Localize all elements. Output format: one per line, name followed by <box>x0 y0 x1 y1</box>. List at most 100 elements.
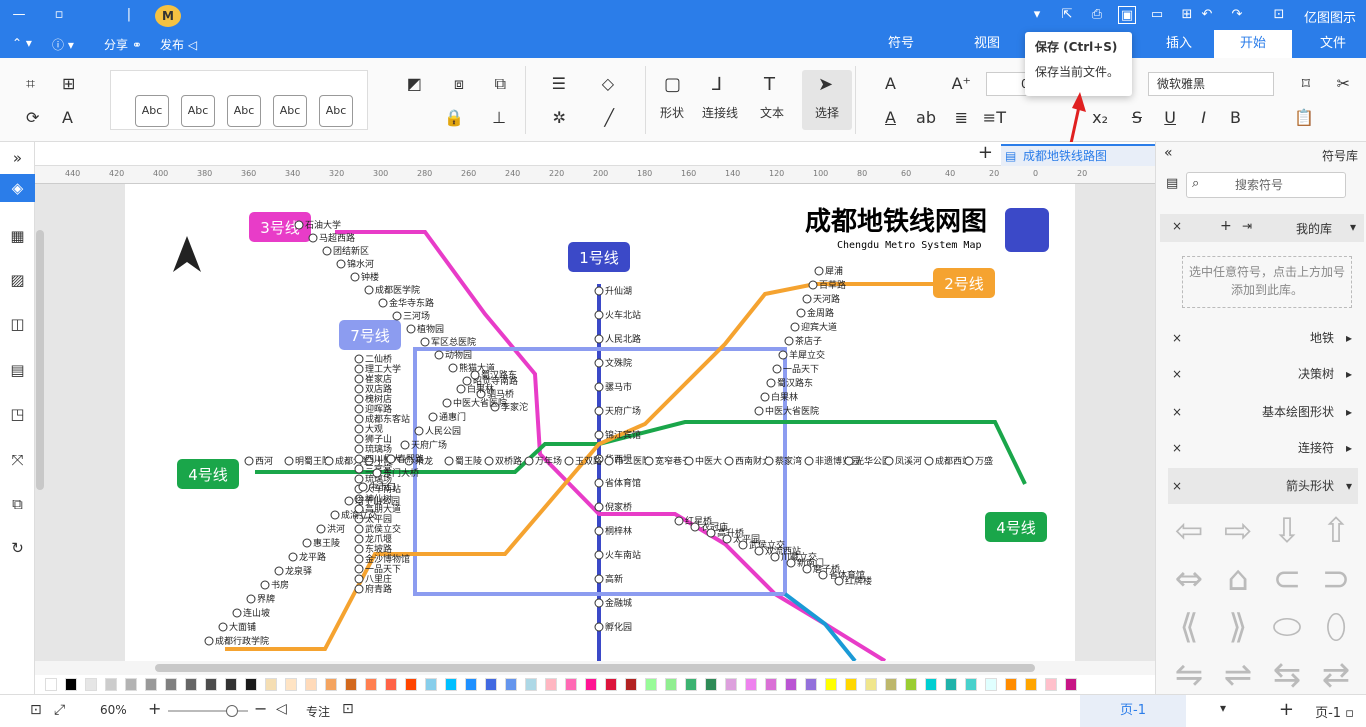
grid-icon[interactable]: ▦ <box>0 222 35 250</box>
color-swatch[interactable] <box>905 678 917 691</box>
color-swatch[interactable] <box>465 678 477 691</box>
color-swatch[interactable] <box>605 678 617 691</box>
arrow-shape-icon[interactable]: ⌂ <box>1215 556 1261 602</box>
color-swatch[interactable] <box>285 678 297 691</box>
vertical-scrollbar-thumb[interactable] <box>36 230 44 490</box>
menu-file[interactable]: 文件 <box>1310 30 1356 58</box>
arrow-shape-icon[interactable]: ⇦ <box>1166 508 1212 554</box>
navigator-icon[interactable]: ⤧ <box>0 446 35 474</box>
library-row-arrows[interactable]: 箭头形状 × ▾ <box>1168 468 1358 504</box>
menu-view[interactable]: 视图 <box>964 30 1010 58</box>
undo-icon[interactable]: ↶ <box>1198 6 1216 24</box>
arrow-shape-icon[interactable]: ⇄ <box>1313 652 1359 698</box>
focus-mode[interactable]: 专注 <box>306 703 330 720</box>
fullscreen-icon[interactable]: ⤢ <box>54 702 65 718</box>
color-swatch[interactable] <box>985 678 997 691</box>
increase-font-icon[interactable]: A⁺ <box>952 74 971 93</box>
help-icon[interactable]: ⓘ ▾ <box>52 36 74 53</box>
color-swatch[interactable] <box>765 678 777 691</box>
color-swatch[interactable] <box>125 678 137 691</box>
style-sample-1[interactable]: Abc <box>319 95 353 127</box>
arrow-shape-icon[interactable]: ⟫ <box>1215 604 1261 650</box>
menu-insert[interactable]: 插入 <box>1156 30 1202 58</box>
play-icon[interactable]: ◁ <box>276 701 287 717</box>
close-library-icon[interactable]: × <box>1172 468 1182 504</box>
color-swatch[interactable] <box>865 678 877 691</box>
color-swatch[interactable] <box>565 678 577 691</box>
group-icon[interactable]: ⧈ <box>454 74 464 94</box>
color-swatch[interactable] <box>325 678 337 691</box>
add-page-icon[interactable]: + <box>1279 699 1294 720</box>
color-swatch[interactable] <box>185 678 197 691</box>
zoom-in-icon[interactable]: + <box>148 699 161 718</box>
find-replace-icon[interactable]: ⊞ <box>62 74 75 93</box>
collapse-left-icon[interactable]: » <box>0 144 35 172</box>
color-swatch[interactable] <box>885 678 897 691</box>
drawing-page[interactable]: 1号线 2号线 3号线 4号线 4号线 7号线 成都地铁线网图 Chengdu … <box>125 184 1075 661</box>
color-swatch[interactable] <box>585 678 597 691</box>
color-swatch[interactable] <box>645 678 657 691</box>
style-sample-2[interactable]: Abc <box>273 95 307 127</box>
library-row-basic[interactable]: 基本绘图形状 × ▸ <box>1168 394 1358 430</box>
close-library-icon[interactable]: × <box>1172 394 1182 430</box>
font-name-select[interactable]: 微软雅黑 <box>1148 72 1274 96</box>
color-swatch[interactable] <box>785 678 797 691</box>
arrow-shape-icon[interactable]: ⬯ <box>1313 604 1359 650</box>
color-swatch[interactable] <box>485 678 497 691</box>
line-weight-icon[interactable]: ☰ <box>552 74 566 93</box>
paste-icon[interactable]: 📋 <box>1294 108 1314 127</box>
font-color-icon[interactable]: A <box>885 108 896 127</box>
text-format-icon[interactable]: T <box>996 108 1006 127</box>
color-swatch[interactable] <box>265 678 277 691</box>
color-swatch[interactable] <box>705 678 717 691</box>
arrange-icon[interactable]: ⧉ <box>495 74 506 94</box>
history-icon[interactable]: ↻ <box>0 534 35 562</box>
color-swatch[interactable] <box>385 678 397 691</box>
menu-symbols[interactable]: 符号 <box>878 30 924 58</box>
underline-icon[interactable]: U <box>1164 108 1176 127</box>
library-row-decision[interactable]: 决策树 × ▸ <box>1168 356 1358 392</box>
close-library-icon[interactable]: × <box>1172 320 1182 356</box>
style-sample-5[interactable]: Abc <box>135 95 169 127</box>
page-menu-icon[interactable]: ▾ <box>1220 701 1226 715</box>
menu-home[interactable]: 开始 <box>1214 30 1292 58</box>
page-selector[interactable]: 页-1 ▫ <box>1315 702 1354 721</box>
image-icon[interactable]: ▨ <box>0 266 35 294</box>
style-sample-4[interactable]: Abc <box>181 95 215 127</box>
scrollbar-thumb[interactable] <box>155 664 1035 672</box>
layers-icon[interactable]: ◫ <box>0 310 35 338</box>
lock-icon[interactable]: 🔒 <box>444 108 464 127</box>
data-icon[interactable]: ◳ <box>0 400 35 428</box>
crop-icon[interactable]: ⌗ <box>26 74 35 94</box>
color-swatch[interactable] <box>825 678 837 691</box>
color-swatch[interactable] <box>165 678 177 691</box>
close-library-icon[interactable]: × <box>1172 356 1182 392</box>
shadow-icon[interactable]: ✲ <box>553 108 566 127</box>
cut-icon[interactable]: ✂ <box>1337 74 1350 93</box>
connector-tool-button[interactable]: ⅃ 连接线 <box>696 70 746 130</box>
open-folder-icon[interactable]: ▭ <box>1148 6 1166 24</box>
italic-icon[interactable]: I <box>1201 108 1206 127</box>
page-icon[interactable]: ▤ <box>0 356 35 384</box>
color-swatch[interactable] <box>925 678 937 691</box>
strikethrough-icon[interactable]: S <box>1132 108 1142 127</box>
color-swatch[interactable] <box>545 678 557 691</box>
zoom-slider-handle[interactable] <box>226 705 238 717</box>
color-swatch[interactable] <box>105 678 117 691</box>
doc-tab[interactable]: 成都地铁线路图 ▤ ● <box>1001 144 1169 166</box>
color-swatch[interactable] <box>505 678 517 691</box>
fit-page-icon[interactable]: ⊡ <box>30 702 42 718</box>
metro-map[interactable]: 1号线 2号线 3号线 4号线 4号线 7号线 成都地铁线网图 Chengdu … <box>125 184 1075 661</box>
library-manager-icon[interactable]: ▤ <box>1166 176 1178 191</box>
arrow-shape-icon[interactable]: ⇌ <box>1215 652 1261 698</box>
customize-toolbar-icon[interactable]: ▾ <box>1028 6 1046 24</box>
color-swatch[interactable] <box>1045 678 1057 691</box>
align-shapes-icon[interactable]: ⊥ <box>492 108 506 127</box>
arrow-shape-icon[interactable]: ⇨ <box>1215 508 1261 554</box>
search-icon[interactable]: ⌕ <box>1192 176 1199 191</box>
color-swatch[interactable] <box>405 678 417 691</box>
bold-icon[interactable]: B <box>1230 108 1241 127</box>
arrow-shape-icon[interactable]: ⬭ <box>1264 604 1310 650</box>
import-icon[interactable]: ⇥ <box>1242 219 1252 233</box>
add-tab-icon[interactable]: + <box>978 142 993 163</box>
